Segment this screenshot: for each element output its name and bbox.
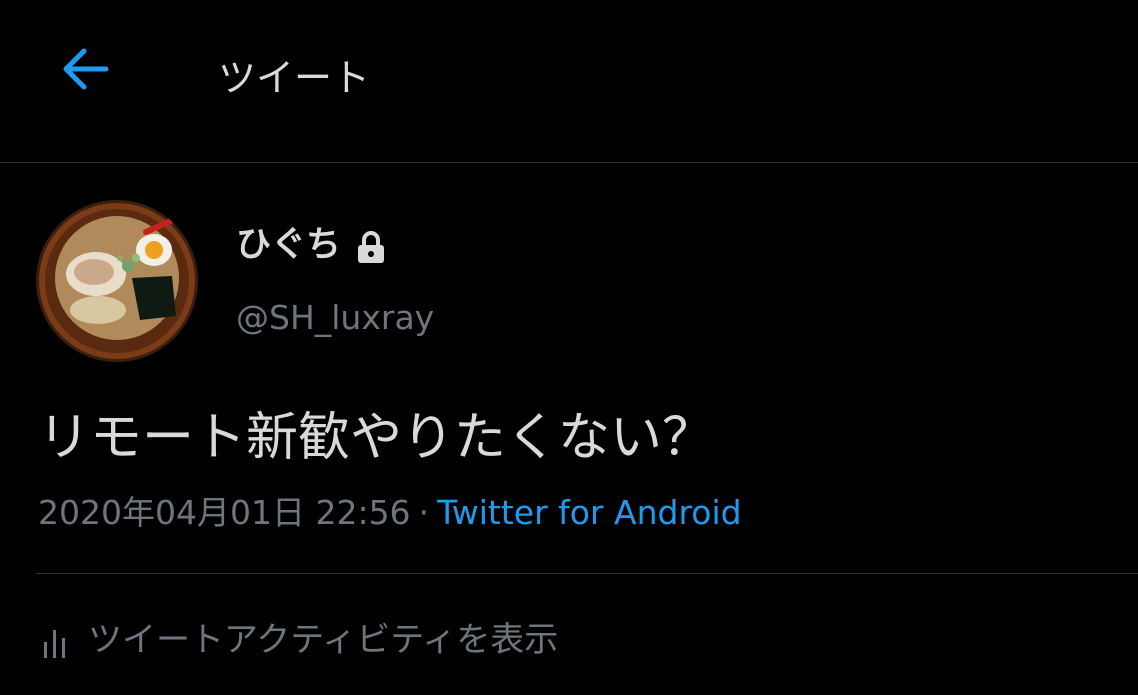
ramen-bowl-image <box>36 200 198 362</box>
tweet-source-link[interactable]: Twitter for Android <box>437 493 742 532</box>
arrow-left-icon <box>63 48 109 90</box>
activity-label: ツイートアクティビティを表示 <box>88 620 559 660</box>
avatar[interactable] <box>36 200 198 362</box>
tweet-text: リモート新歓やりたくない？ <box>38 408 715 468</box>
back-button[interactable] <box>52 36 118 102</box>
tweet-meta: 2020年04月01日 22:56 · Twitter for Android <box>38 490 742 536</box>
divider <box>36 573 1138 574</box>
lock-icon <box>355 226 389 264</box>
author-name-row[interactable]: ひぐち <box>236 222 389 268</box>
page-title: ツイート <box>218 56 371 100</box>
author-handle[interactable]: @SH_luxray <box>236 296 434 340</box>
author-display-name: ひぐち <box>236 225 342 265</box>
meta-separator: · <box>418 493 430 532</box>
bar-chart-icon <box>42 622 68 658</box>
top-app-bar: ツイート <box>0 0 1138 163</box>
tweet-timestamp: 2020年04月01日 22:56 <box>38 493 411 532</box>
view-tweet-activity-button[interactable]: ツイートアクティビティを表示 <box>42 614 558 666</box>
